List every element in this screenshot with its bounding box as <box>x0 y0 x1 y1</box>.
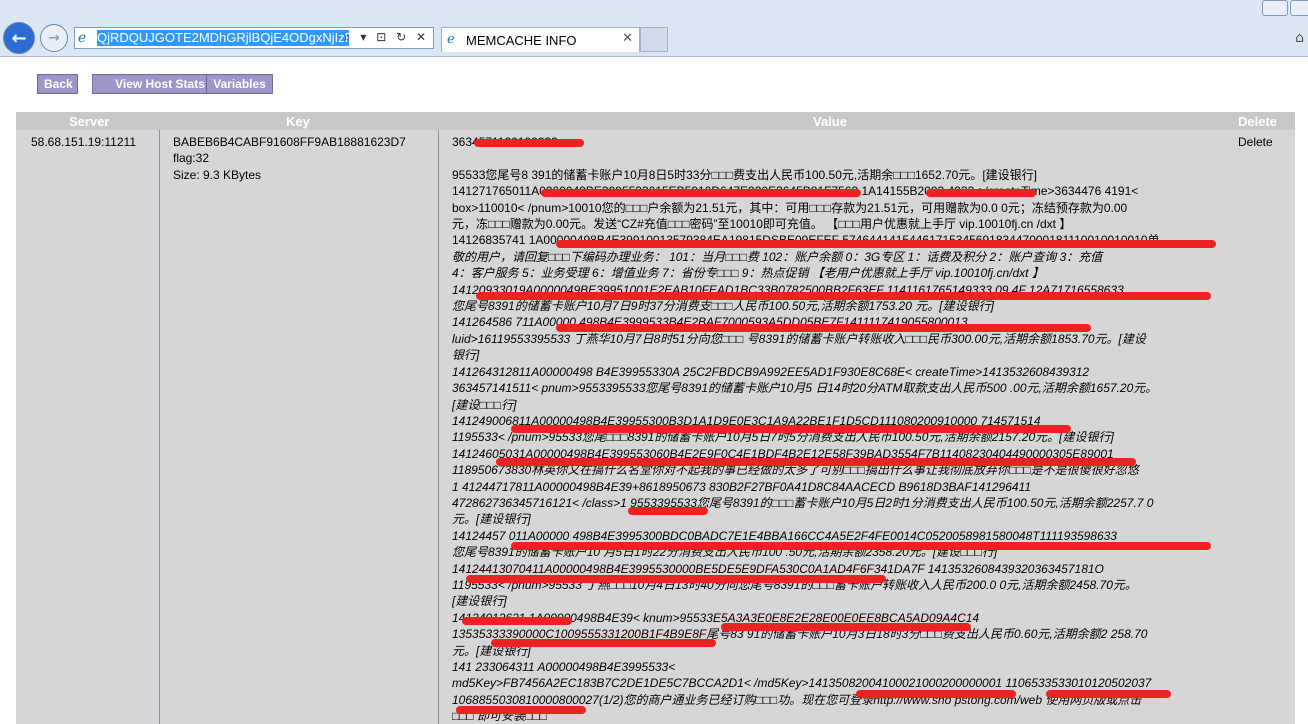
value-line: 元。[建设银行] <box>452 512 531 527</box>
new-tab-button[interactable] <box>640 27 668 52</box>
maximize-button[interactable] <box>1290 0 1308 16</box>
redaction-mark <box>541 189 861 197</box>
memcache-table: Server Key Value Delete 58.68.151.19:112… <box>16 112 1295 724</box>
key-name: BABEB6B4CABF91608FF9AB18881623D7 <box>173 135 406 149</box>
server-cell: 58.68.151.19:11211 <box>31 135 136 149</box>
redaction-mark <box>511 425 1071 433</box>
minimize-button[interactable] <box>1262 0 1288 16</box>
value-line: 95533您尾号8 391的储蓄卡账户10月8日5时33分□□□费支出人民币10… <box>452 167 1038 182</box>
value-line: 141 233064311 A00000498B4E3995533< <box>452 660 676 674</box>
header-server: Server <box>69 114 110 129</box>
redaction-mark <box>456 706 586 714</box>
column-divider <box>438 130 439 724</box>
key-flag: flag:32 <box>173 151 210 166</box>
arrow-left-icon: ← <box>11 27 27 49</box>
variables-button[interactable]: Variables <box>206 74 273 94</box>
redaction-mark <box>856 690 1016 698</box>
redaction-mark <box>556 240 1216 248</box>
value-line: 元，冻□□□赠款为0.00元。发送“CZ#充值□□□密码”至10010即可充值。… <box>452 217 1072 232</box>
value-line: box>110010< /pnum>10010您的□□□户余额为21.51元，其… <box>452 200 1128 215</box>
redaction-mark <box>474 139 584 147</box>
value-line: 敬的用户，请回复□□□下编码办理业务： 101：当月□□□费 102：账户余额 … <box>452 249 1103 264</box>
delete-link[interactable]: Delete <box>1238 134 1273 150</box>
value-line: 141264312811A00000498 B4E39955330A 25C2F… <box>452 364 1090 379</box>
key-size: Size: 9.3 KBytes <box>173 167 262 182</box>
ie-page-icon: ℯ <box>78 30 87 46</box>
browser-chrome: ← → ℯ QjRDQUJGOTE2MDhGRjlBQjE4ODgxNjIzRD… <box>0 0 1308 57</box>
value-line: 472862736345716121< /class>1 9553395533您… <box>452 495 1154 510</box>
value-line: 363457141511< pnum>9553395533您尾号8391的储蓄卡… <box>452 381 1158 396</box>
redaction-mark <box>466 575 886 583</box>
browser-forward-button[interactable]: → <box>40 24 68 52</box>
value-line: 4：客户服务 5：业务受理 6：增值业务 7：省份专□□□ 9：热点促销 【老用… <box>452 266 1044 281</box>
key-cell: BABEB6B4CABF91608FF9AB18881623D7 flag:32… <box>173 134 406 183</box>
address-bar[interactable]: ℯ QjRDQUJGOTE2MDhGRjlBQjE4ODgxNjIzRD ⌕ ▾… <box>74 27 434 49</box>
redaction-mark <box>496 458 1136 466</box>
redaction-mark <box>556 324 1091 332</box>
header-key: Key <box>286 114 310 129</box>
redaction-mark <box>1046 690 1171 698</box>
redaction-mark <box>628 507 708 515</box>
browser-back-button[interactable]: ← <box>3 22 35 54</box>
value-line: luid>16119553395533 丁燕华10月7日8时51分向您□□□ 号… <box>452 331 1146 346</box>
value-line: [建设银行] <box>452 594 507 609</box>
value-line: 您尾号8391的储蓄卡账户10月7日9时37分消费支□□□人民币100.50元,… <box>452 299 994 314</box>
arrow-right-icon: → <box>48 30 60 46</box>
value-line: 银行] <box>452 348 480 363</box>
redaction-mark <box>491 639 716 647</box>
ie-tab-icon: ℯ <box>447 32 455 47</box>
redaction-mark <box>476 292 1211 300</box>
home-icon[interactable]: ⌂ <box>1295 30 1304 46</box>
back-button[interactable]: Back <box>37 74 78 94</box>
header-value: Value <box>813 114 847 129</box>
redaction-mark <box>511 542 1211 550</box>
address-text[interactable]: QjRDQUJGOTE2MDhGRjlBQjE4ODgxNjIzRD <box>97 30 349 46</box>
close-tab-icon[interactable]: ✕ <box>622 31 633 46</box>
value-line: [建设□□□行] <box>452 397 517 412</box>
redaction-mark <box>721 623 971 631</box>
redaction-mark <box>926 189 1036 197</box>
table-header: Server Key Value Delete <box>16 112 1295 130</box>
value-line <box>452 150 1212 166</box>
redaction-mark <box>462 617 572 625</box>
tab-title: MEMCACHE INFO <box>466 33 577 48</box>
header-delete: Delete <box>1238 114 1278 129</box>
value-line: 1 41244717811A00000498B4E39+8618950673 8… <box>452 479 1032 494</box>
column-divider <box>159 130 160 724</box>
tab-memcache-info[interactable]: ℯ MEMCACHE INFO ✕ <box>441 27 640 52</box>
address-tools-icons[interactable]: ⌕ ▾ ⊡ ↻ ✕ <box>344 30 429 45</box>
